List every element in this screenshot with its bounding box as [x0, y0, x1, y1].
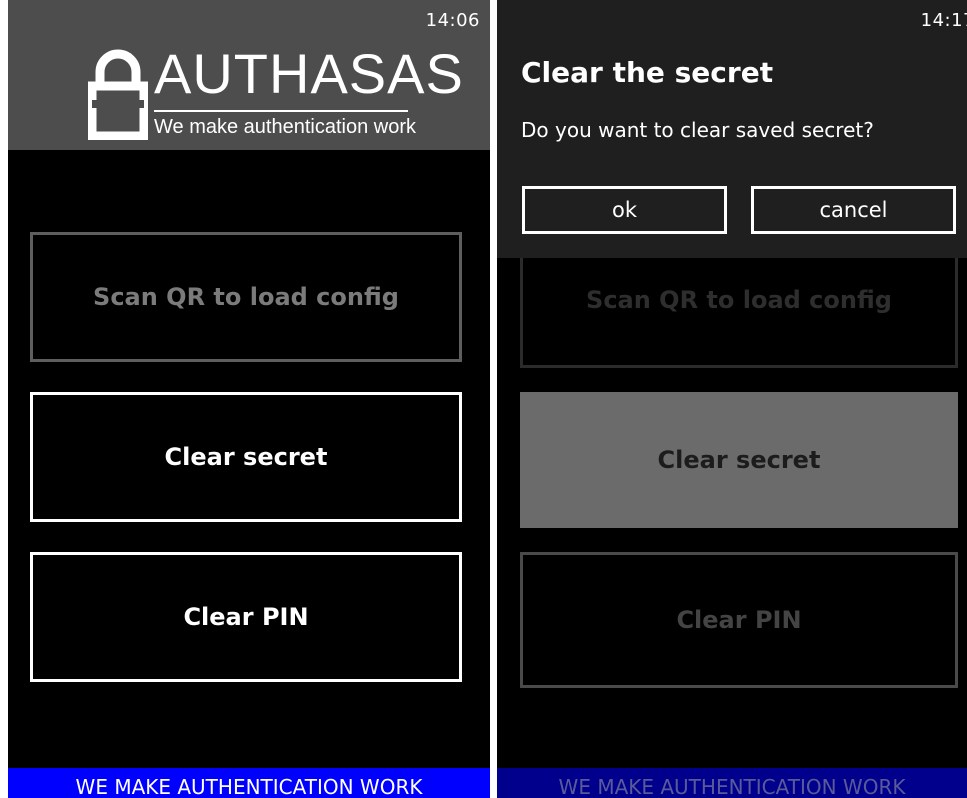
scan-qr-button[interactable]: Scan QR to load config [30, 232, 462, 362]
clear-secret-button[interactable]: Clear secret [30, 392, 462, 522]
clear-pin-button-dimmed: Clear PIN [520, 552, 958, 688]
dialog-screen: Scan QR to load config Clear secret Clea… [497, 0, 967, 798]
main-screen: AUTHASAS We make authentication work 14:… [8, 0, 490, 798]
padlock-icon [88, 49, 148, 140]
cancel-button[interactable]: cancel [751, 186, 956, 234]
status-bar: 14:06 [8, 0, 490, 38]
clear-secret-button-pressed: Clear secret [520, 392, 958, 528]
status-time: 14:17 [920, 10, 967, 31]
footer-banner-dimmed: WE MAKE AUTHENTICATION WORK [497, 768, 967, 798]
dialog-message: Do you want to clear saved secret? [521, 118, 874, 142]
logo-tagline: We make authentication work [154, 116, 416, 138]
clear-secret-dialog: 14:17 Clear the secret Do you want to cl… [497, 0, 967, 258]
authasas-logo: AUTHASAS We make authentication work [88, 44, 463, 144]
logo-wordmark: AUTHASAS [154, 42, 464, 105]
status-time: 14:06 [425, 10, 480, 31]
dialog-title: Clear the secret [521, 56, 774, 89]
ok-button[interactable]: ok [522, 186, 727, 234]
footer-banner: WE MAKE AUTHENTICATION WORK [8, 768, 490, 798]
clear-pin-button[interactable]: Clear PIN [30, 552, 462, 682]
logo-divider [154, 110, 408, 112]
